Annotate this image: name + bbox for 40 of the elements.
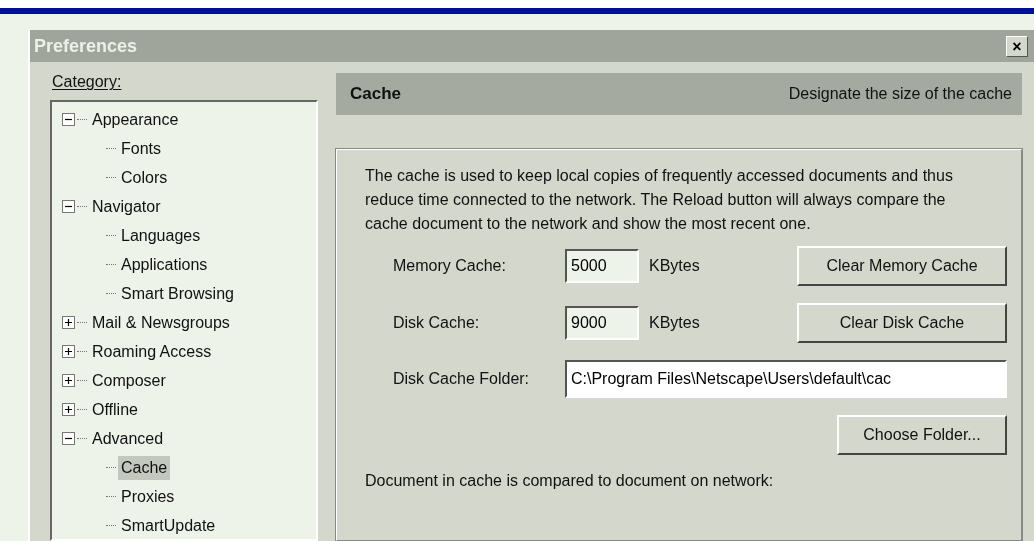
choose-folder-button[interactable]: Choose Folder... — [837, 415, 1007, 455]
input-field[interactable]: 9000 — [565, 306, 639, 340]
input-field[interactable]: C:\Program Files\Netscape\Users\default\cac — [565, 360, 1007, 398]
expand-icon[interactable] — [62, 374, 75, 387]
tree-item[interactable]: Applications — [118, 252, 211, 277]
tree-item[interactable]: Smart Browsing — [118, 281, 237, 306]
tree-item[interactable]: Offline — [89, 397, 141, 422]
field-label: Disk Cache Folder: — [393, 369, 531, 389]
tree-item[interactable]: Cache — [118, 455, 171, 480]
tree-item[interactable]: Proxies — [118, 484, 178, 509]
tree-item[interactable]: Roaming Access — [89, 339, 215, 364]
description-text: The cache is used to keep local copies of frequently accessed documents and thus reduce time connected to the network. The Reload button will always compare the cache document to the network and show the most recent one. — [365, 166, 954, 234]
tree-item[interactable]: Colors — [118, 165, 171, 190]
clear-button[interactable]: Clear Disk Cache — [797, 303, 1007, 343]
field-label: Disk Cache: — [393, 313, 481, 333]
field-label: Memory Cache: — [393, 256, 507, 276]
tree-item[interactable]: Composer — [89, 368, 169, 393]
window-title: Preferences — [34, 34, 138, 58]
tree-item[interactable]: SmartUpdate — [118, 513, 219, 538]
input-field[interactable]: 5000 — [565, 249, 639, 283]
tree-item[interactable]: Languages — [118, 223, 204, 248]
clear-button[interactable]: Clear Memory Cache — [797, 246, 1007, 286]
close-button[interactable]: × — [1006, 35, 1028, 57]
expand-icon[interactable] — [62, 316, 75, 329]
unit-label: KBytes — [649, 256, 701, 276]
expand-icon[interactable] — [62, 345, 75, 358]
collapse-icon[interactable] — [62, 432, 75, 445]
tree-item[interactable]: Fonts — [118, 136, 164, 161]
tree-item[interactable]: Advanced — [89, 426, 167, 451]
collapse-icon[interactable] — [62, 200, 75, 213]
panel-title: Cache — [350, 83, 402, 106]
collapse-icon[interactable] — [62, 113, 75, 126]
tree-item[interactable]: Navigator — [89, 194, 164, 219]
tree-item[interactable]: Mail & Newsgroups — [89, 310, 233, 335]
tree-item[interactable]: Appearance — [89, 107, 182, 132]
compare-text: Document in cache is compared to document on network: — [365, 471, 775, 491]
category-label: Category: — [51, 72, 123, 92]
panel-subtitle: Designate the size of the cache — [788, 84, 1012, 104]
expand-icon[interactable] — [62, 403, 75, 416]
unit-label: KBytes — [649, 313, 701, 333]
